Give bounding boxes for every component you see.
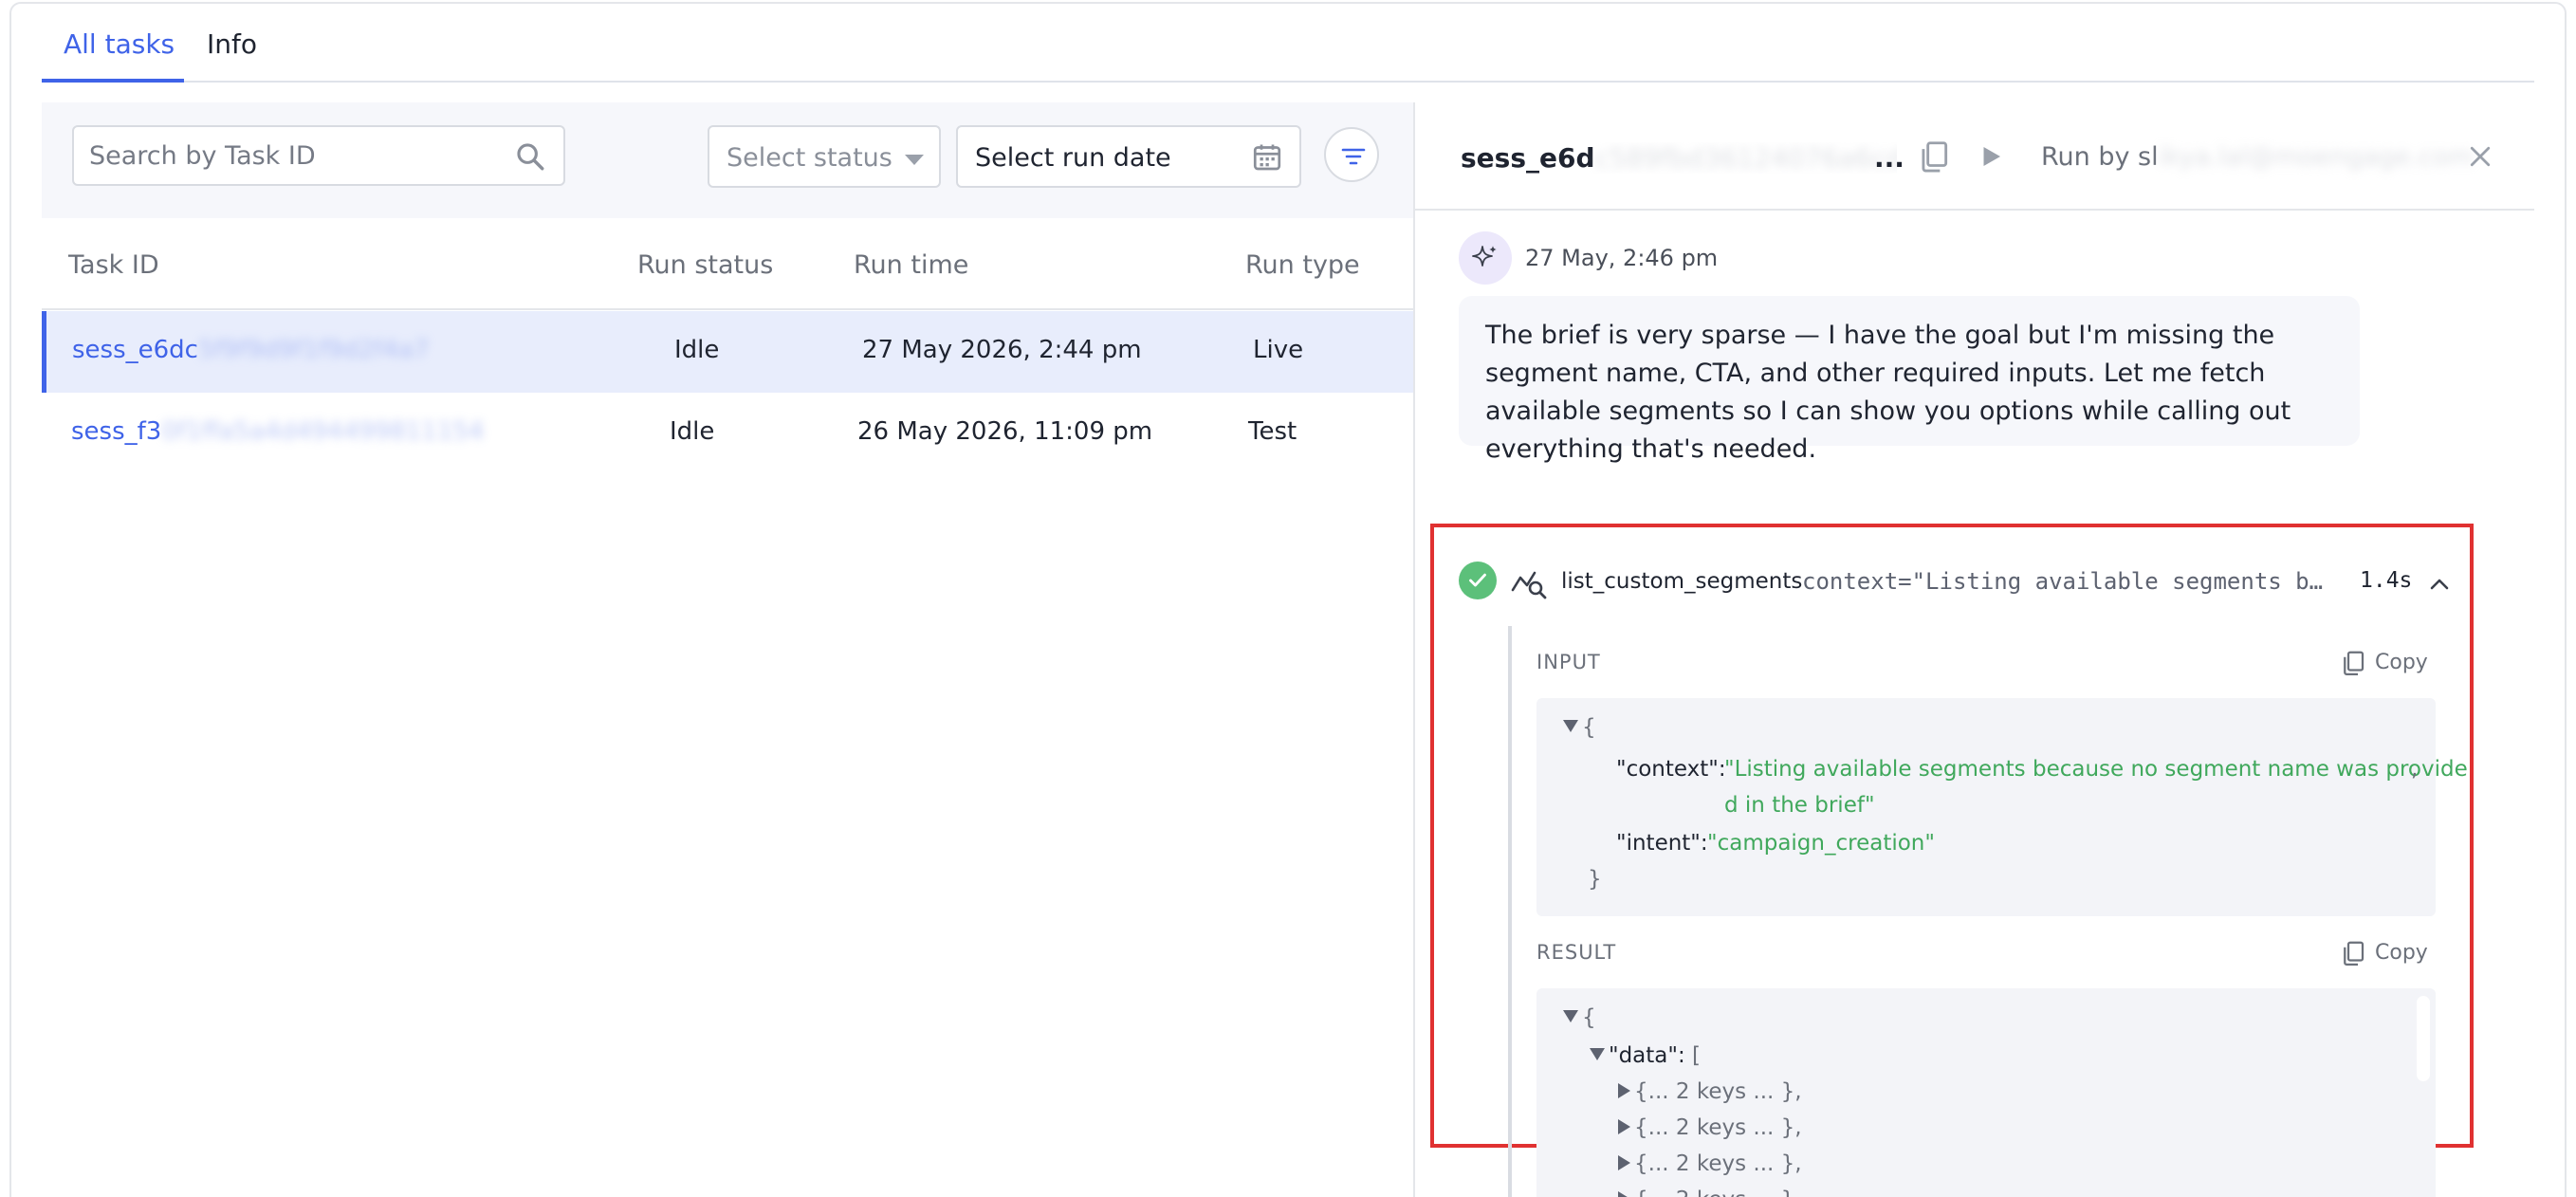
- json-comma: ,: [2411, 757, 2419, 782]
- column-header-run-status: Run status: [637, 250, 774, 280]
- json-toggle[interactable]: {: [1563, 715, 1596, 740]
- sparkle-icon: [1472, 246, 1497, 267]
- success-check-icon: [1459, 562, 1497, 599]
- run-date-placeholder: Select run date: [975, 143, 1171, 173]
- result-scrollbar[interactable]: [2417, 996, 2430, 1081]
- play-icon[interactable]: [1977, 142, 2005, 171]
- session-title: sess_e6dc589fbd36124076a6cdeb: [1461, 142, 1897, 174]
- input-section-label: INPUT: [1536, 651, 1601, 673]
- tool-duration: 1.4s: [2360, 568, 2413, 593]
- filter-bar: Select status Select run date: [42, 102, 1413, 218]
- json-line: "context":: [1616, 757, 1726, 782]
- copy-icon: [2344, 941, 2364, 966]
- run-time: 27 May 2026, 2:44 pm: [862, 336, 1142, 364]
- run-date-picker[interactable]: Select run date: [956, 125, 1301, 188]
- filter-button[interactable]: [1324, 127, 1379, 182]
- json-collapsed-item[interactable]: {... 2 keys ... },: [1618, 1079, 1802, 1104]
- panel-divider: [1413, 102, 1415, 1197]
- table-row[interactable]: sess_f30f1ffa5a4d494499811154 Idle 26 Ma…: [42, 393, 1413, 474]
- table-row-selected[interactable]: sess_e6dc5f9f9d9f1f9d2f4a7 Idle 27 May 2…: [42, 311, 1413, 393]
- run-status: Idle: [670, 417, 715, 446]
- json-string-value: d in the brief": [1724, 793, 1875, 818]
- session-title-ellipsis: ...: [1874, 142, 1904, 174]
- chevron-up-icon[interactable]: [2428, 573, 2451, 596]
- json-string-value: "campaign_creation": [1707, 831, 1935, 856]
- message-timestamp: 27 May, 2:46 pm: [1525, 245, 1719, 271]
- tool-context-preview: context="Listing available segments beca…: [1802, 568, 2333, 595]
- json-collapsed-item[interactable]: {... 2 keys ... },: [1618, 1188, 1802, 1197]
- result-section-label: RESULT: [1536, 941, 1617, 964]
- close-icon[interactable]: [2466, 142, 2494, 171]
- task-id-link[interactable]: sess_f30f1ffa5a4d494499811154: [71, 417, 484, 446]
- run-type: Test: [1248, 417, 1297, 446]
- run-by-label: Run by slikya.lal@moengage.com: [2041, 142, 2474, 172]
- ai-avatar: [1459, 231, 1512, 285]
- tool-call-header[interactable]: list_custom_segments context="Listing av…: [1459, 562, 2449, 603]
- copy-icon[interactable]: [1916, 138, 1952, 175]
- copy-icon: [2344, 651, 2364, 675]
- run-type: Live: [1253, 336, 1304, 364]
- run-time: 26 May 2026, 11:09 pm: [857, 417, 1153, 446]
- column-header-run-time: Run time: [854, 250, 969, 280]
- json-collapsed-item[interactable]: {... 2 keys ... },: [1618, 1115, 1802, 1140]
- json-line: "intent":: [1616, 831, 1708, 856]
- chart-search-icon: [1511, 571, 1547, 599]
- status-select-placeholder: Select status: [727, 143, 892, 173]
- table-header: Task ID Run status Run time Run type: [42, 218, 1413, 310]
- active-tab-indicator: [42, 79, 184, 83]
- search-input[interactable]: [89, 137, 497, 175]
- tool-name: list_custom_segments: [1561, 569, 1803, 594]
- search-icon[interactable]: [514, 140, 546, 173]
- run-status: Idle: [674, 336, 720, 364]
- json-collapsed-item[interactable]: {... 2 keys ... },: [1618, 1151, 1802, 1176]
- tab-info[interactable]: Info: [207, 28, 257, 60]
- json-toggle[interactable]: {: [1563, 1005, 1596, 1030]
- tab-all-tasks[interactable]: All tasks: [64, 28, 175, 60]
- tab-bar: All tasks Info: [42, 0, 2534, 83]
- calendar-icon: [1253, 144, 1281, 171]
- json-toggle[interactable]: "data": [: [1590, 1043, 1701, 1068]
- message-bubble: The brief is very sparse — I have the go…: [1459, 296, 2360, 464]
- json-close-brace: }: [1588, 867, 1602, 892]
- result-json-viewer: { "data": [ {... 2 keys ... }, {... 2 ke…: [1536, 988, 2436, 1197]
- column-header-task-id: Task ID: [68, 250, 159, 280]
- filter-icon: [1341, 148, 1366, 165]
- tool-detail-rail: [1508, 626, 1512, 1197]
- json-string-value: "Listing available segments because no s…: [1724, 757, 2468, 782]
- detail-header: sess_e6dc589fbd36124076a6cdeb ... Run by…: [1415, 102, 2534, 211]
- task-id-link[interactable]: sess_e6dc5f9f9d9f1f9d2f4a7: [72, 336, 430, 364]
- status-select[interactable]: Select status: [708, 125, 941, 188]
- column-header-run-type: Run type: [1245, 250, 1360, 280]
- caret-down-icon: [905, 155, 924, 165]
- input-json-viewer: { "context": "Listing available segments…: [1536, 698, 2468, 916]
- search-box: [72, 125, 565, 186]
